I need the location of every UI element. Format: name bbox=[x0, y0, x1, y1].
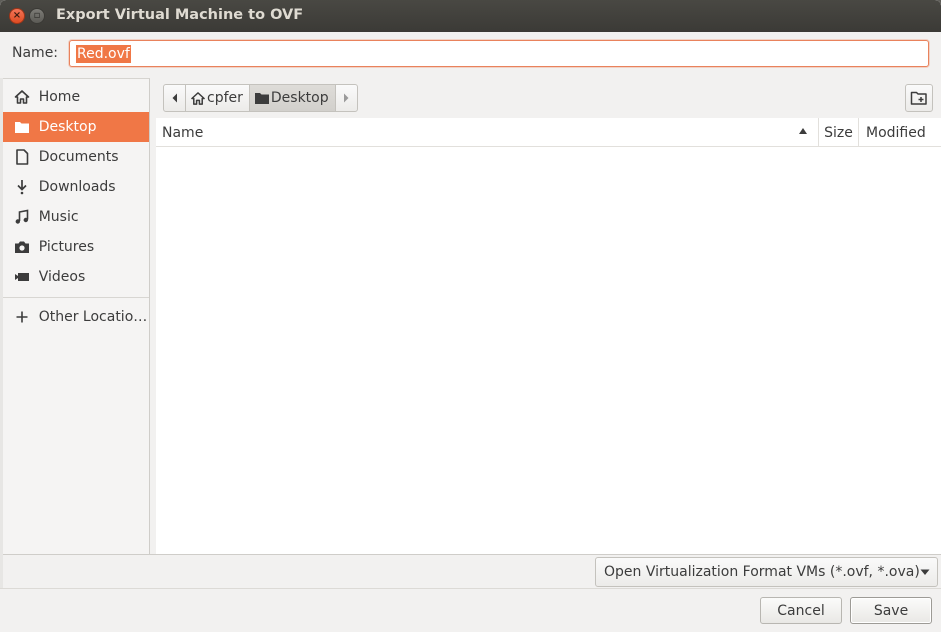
video-icon bbox=[13, 271, 31, 283]
dropdown-arrow-icon bbox=[920, 569, 930, 575]
maximize-icon: ▫ bbox=[33, 10, 41, 21]
sidebar-divider bbox=[3, 297, 149, 298]
sidebar-item-downloads[interactable]: Downloads bbox=[3, 172, 149, 202]
path-back-button[interactable] bbox=[164, 85, 186, 111]
file-list[interactable]: Name Size Modified bbox=[156, 118, 941, 554]
music-icon bbox=[13, 209, 31, 225]
download-icon bbox=[13, 179, 31, 195]
sidebar-item-label: Downloads bbox=[38, 179, 116, 195]
sidebar-item-pictures[interactable]: Pictures bbox=[3, 232, 149, 262]
path-segment-desktop[interactable]: Desktop bbox=[248, 85, 335, 111]
name-label: Name: bbox=[12, 45, 59, 61]
home-icon bbox=[13, 89, 31, 105]
sidebar-item-label: Home bbox=[38, 89, 81, 105]
filename-value: Red.ovf bbox=[76, 45, 131, 63]
path-forward-button[interactable] bbox=[334, 85, 357, 111]
file-type-filter[interactable]: Open Virtualization Format VMs (*.ovf, *… bbox=[595, 557, 938, 587]
sidebar-item-videos[interactable]: Videos bbox=[3, 262, 149, 292]
cancel-button[interactable]: Cancel bbox=[760, 597, 842, 624]
close-window-button[interactable]: × bbox=[9, 8, 25, 24]
column-modified-label: Modified bbox=[866, 124, 926, 141]
file-type-filter-value: Open Virtualization Format VMs (*.ovf, *… bbox=[604, 564, 920, 580]
sidebar-item-label: Pictures bbox=[38, 239, 95, 255]
places-sidebar: Home Desktop Documents Downloads Music P… bbox=[3, 78, 150, 554]
column-name-label: Name bbox=[162, 124, 204, 141]
path-segment-home[interactable]: cpfer bbox=[186, 85, 249, 111]
column-header-modified[interactable]: Modified bbox=[858, 118, 941, 147]
chevron-right-icon bbox=[344, 93, 349, 103]
folder-icon bbox=[13, 120, 31, 134]
export-dialog: × ▫ Export Virtual Machine to OVF Name: … bbox=[0, 0, 941, 632]
sidebar-item-home[interactable]: Home bbox=[3, 82, 149, 112]
path-bar: cpfer Desktop bbox=[163, 84, 358, 112]
sidebar-item-label: Videos bbox=[38, 269, 86, 285]
document-icon bbox=[13, 149, 31, 165]
filename-input[interactable]: Red.ovf bbox=[69, 40, 929, 67]
sidebar-item-label: Other Locations bbox=[38, 309, 149, 325]
chevron-left-icon bbox=[172, 93, 177, 103]
sidebar-item-desktop[interactable]: Desktop bbox=[3, 112, 149, 142]
name-row: Name: Red.ovf bbox=[0, 32, 941, 76]
new-folder-icon bbox=[910, 91, 927, 105]
sidebar-item-documents[interactable]: Documents bbox=[3, 142, 149, 172]
camera-icon bbox=[13, 240, 31, 254]
save-button[interactable]: Save bbox=[850, 597, 932, 624]
sort-ascending-icon bbox=[799, 128, 807, 134]
sidebar-item-label: Music bbox=[38, 209, 79, 225]
file-browser: cpfer Desktop Name Size Modified bbox=[150, 78, 941, 554]
path-segment-label: Desktop bbox=[270, 90, 329, 106]
close-icon: × bbox=[12, 10, 22, 21]
maximize-window-button[interactable]: ▫ bbox=[29, 8, 45, 24]
create-folder-button[interactable] bbox=[905, 84, 933, 112]
column-header-size[interactable]: Size bbox=[818, 118, 858, 147]
plus-icon bbox=[13, 311, 31, 323]
filter-row: Open Virtualization Format VMs (*.ovf, *… bbox=[3, 554, 941, 588]
sidebar-item-other-locations[interactable]: Other Locations bbox=[3, 302, 149, 332]
file-list-header: Name Size Modified bbox=[156, 118, 941, 147]
path-segment-label: cpfer bbox=[207, 90, 243, 106]
column-header-name[interactable]: Name bbox=[156, 118, 818, 147]
title-bar: × ▫ Export Virtual Machine to OVF bbox=[0, 0, 941, 32]
column-size-label: Size bbox=[824, 124, 853, 141]
sidebar-item-music[interactable]: Music bbox=[3, 202, 149, 232]
folder-icon bbox=[254, 93, 269, 104]
sidebar-item-label: Desktop bbox=[38, 119, 97, 135]
window-title: Export Virtual Machine to OVF bbox=[56, 7, 304, 23]
sidebar-item-label: Documents bbox=[38, 149, 119, 165]
dialog-buttons: Cancel Save bbox=[0, 588, 941, 632]
home-icon bbox=[191, 91, 205, 105]
